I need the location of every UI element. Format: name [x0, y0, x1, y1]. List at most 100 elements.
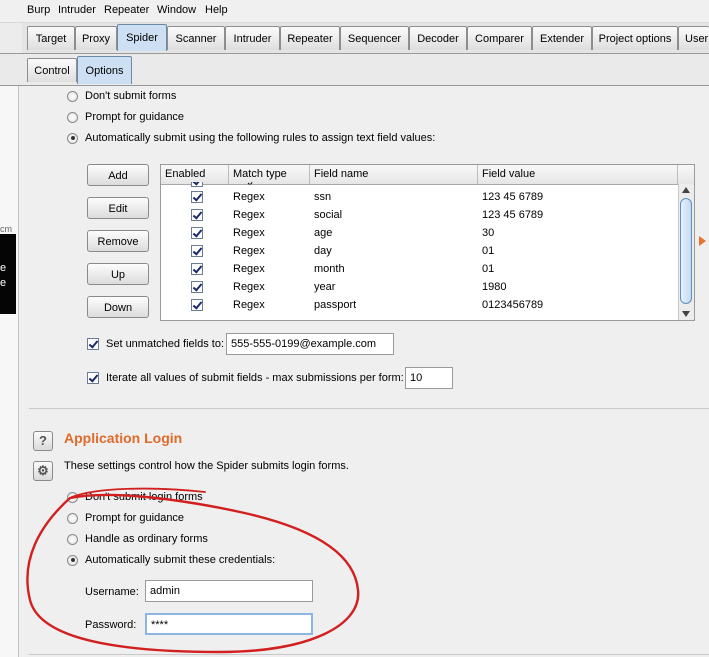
radio-button[interactable]	[67, 512, 78, 524]
tab-sequencer[interactable]: Sequencer	[340, 26, 409, 50]
menu-repeater[interactable]: Repeater	[104, 4, 149, 16]
tab-target[interactable]: Target	[27, 26, 75, 50]
tab-project-options[interactable]: Project options	[592, 26, 678, 50]
unmatched-value-field[interactable]: 555-555-0199@example.com	[226, 333, 394, 355]
cell-field-value: 01	[482, 245, 495, 257]
radio-button[interactable]	[67, 90, 78, 102]
cell-match-type: Regex	[233, 245, 265, 257]
username-label: Username:	[85, 586, 139, 598]
tab-scanner[interactable]: Scanner	[167, 26, 225, 50]
cell-field-value: 555-555-0199	[482, 182, 551, 185]
cell-field-name: age	[314, 227, 333, 239]
cell-match-type: Regex	[233, 191, 265, 203]
tab-decoder[interactable]: Decoder	[409, 26, 467, 50]
settings-gear-icon[interactable]: ⚙	[33, 461, 53, 481]
field-rules-table[interactable]: Enabled Match type Field name Field valu…	[160, 164, 695, 321]
expand-arrow-icon[interactable]	[699, 236, 706, 246]
tab-repeater[interactable]: Repeater	[280, 26, 340, 50]
menu-burp[interactable]: Burp	[27, 4, 50, 16]
cell-match-type: Regex	[233, 299, 265, 311]
cell-field-name: day	[314, 245, 332, 257]
tab-user-options[interactable]: User	[678, 26, 709, 50]
cell-match-type: Regex	[233, 209, 265, 221]
radio-label: Prompt for guidance	[85, 111, 185, 123]
radio-button[interactable]	[67, 491, 78, 503]
cell-field-name: ssn	[314, 191, 332, 203]
table-row[interactable]: Regex age 30	[161, 224, 678, 242]
enabled-checkbox[interactable]	[191, 299, 203, 311]
tab-extender[interactable]: Extender	[532, 26, 592, 50]
cell-field-value: 30	[482, 227, 495, 239]
subtab-control[interactable]: Control	[27, 58, 77, 82]
background-window-text: e	[0, 262, 7, 274]
radio-label: Handle as ordinary forms	[85, 533, 208, 545]
tab-proxy[interactable]: Proxy	[75, 26, 117, 50]
tab-intruder[interactable]: Intruder	[225, 26, 280, 50]
up-button[interactable]: Up	[87, 263, 149, 285]
radio-label: Don't submit login forms	[85, 491, 203, 503]
menu-intruder[interactable]: Intruder	[58, 4, 96, 16]
edit-button[interactable]: Edit	[87, 197, 149, 219]
cell-enabled	[161, 188, 229, 206]
background-window-text: e	[0, 277, 7, 289]
cell-enabled	[161, 242, 229, 260]
down-button[interactable]: Down	[87, 296, 149, 318]
radio-button[interactable]	[67, 533, 78, 545]
enabled-checkbox[interactable]	[191, 209, 203, 221]
radio-label: Don't submit forms	[85, 90, 177, 102]
cell-match-type: Regex	[233, 281, 265, 293]
enabled-checkbox[interactable]	[191, 191, 203, 203]
enabled-checkbox[interactable]	[191, 245, 203, 257]
iterate-checkbox[interactable]	[87, 372, 99, 384]
table-row[interactable]: Regex passport 0123456789	[161, 296, 678, 314]
menu-help[interactable]: Help	[205, 4, 228, 16]
remove-button[interactable]: Remove	[87, 230, 149, 252]
cell-field-value: 0123456789	[482, 299, 544, 311]
cell-enabled	[161, 260, 229, 278]
add-button[interactable]: Add	[87, 164, 149, 186]
table-row[interactable]: Regex year 1980	[161, 278, 678, 296]
enabled-checkbox[interactable]	[191, 281, 203, 293]
iterate-submit-values-option[interactable]: Iterate all values of submit fields - ma…	[87, 372, 404, 384]
radio-handle-as-ordinary-forms[interactable]: Handle as ordinary forms	[67, 533, 208, 545]
section-title: Application Login	[64, 430, 183, 446]
scroll-up-arrow-icon[interactable]	[682, 187, 690, 193]
radio-auto-submit-credentials[interactable]: Automatically submit these credentials:	[67, 554, 275, 566]
radio-dont-submit-login-forms[interactable]: Don't submit login forms	[67, 491, 203, 503]
spider-options-panel: Don't submit forms Prompt for guidance A…	[19, 86, 709, 657]
scroll-down-arrow-icon[interactable]	[682, 311, 690, 317]
cell-enabled	[161, 278, 229, 296]
radio-prompt-for-guidance[interactable]: Prompt for guidance	[67, 111, 184, 123]
cell-field-value: 01	[482, 263, 495, 275]
cell-field-name: passport	[314, 299, 357, 311]
radio-button[interactable]	[67, 132, 78, 144]
username-field[interactable]: admin	[145, 580, 313, 602]
enabled-checkbox[interactable]	[191, 227, 203, 239]
tab-comparer[interactable]: Comparer	[467, 26, 532, 50]
cell-match-type: Regex	[233, 227, 265, 239]
password-field[interactable]: ****	[145, 613, 313, 635]
set-unmatched-checkbox[interactable]	[87, 338, 99, 350]
table-row[interactable]: Regex day 01	[161, 242, 678, 260]
scrollbar-thumb[interactable]	[680, 198, 692, 304]
cell-field-name: year	[314, 281, 336, 293]
radio-button[interactable]	[67, 554, 78, 566]
help-icon[interactable]: ?	[33, 431, 53, 451]
set-unmatched-fields-option[interactable]: Set unmatched fields to:	[87, 338, 224, 350]
cell-field-name: social	[314, 209, 343, 221]
enabled-checkbox[interactable]	[191, 182, 203, 187]
radio-login-prompt-for-guidance[interactable]: Prompt for guidance	[67, 512, 184, 524]
table-scrollbar[interactable]	[678, 184, 694, 320]
menu-window[interactable]: Window	[157, 4, 196, 16]
radio-auto-submit-rules[interactable]: Automatically submit using the following…	[67, 132, 435, 144]
left-window-edge: cm e e	[0, 86, 19, 657]
max-submissions-field[interactable]: 10	[405, 367, 453, 389]
radio-button[interactable]	[67, 111, 78, 123]
tab-spider[interactable]: Spider	[117, 24, 167, 51]
subtab-options[interactable]: Options	[77, 56, 132, 84]
table-row[interactable]: Regex ssn 123 45 6789	[161, 188, 678, 206]
radio-dont-submit-forms[interactable]: Don't submit forms	[67, 90, 176, 102]
table-row[interactable]: Regex social 123 45 6789	[161, 206, 678, 224]
table-row[interactable]: Regex month 01	[161, 260, 678, 278]
enabled-checkbox[interactable]	[191, 263, 203, 275]
